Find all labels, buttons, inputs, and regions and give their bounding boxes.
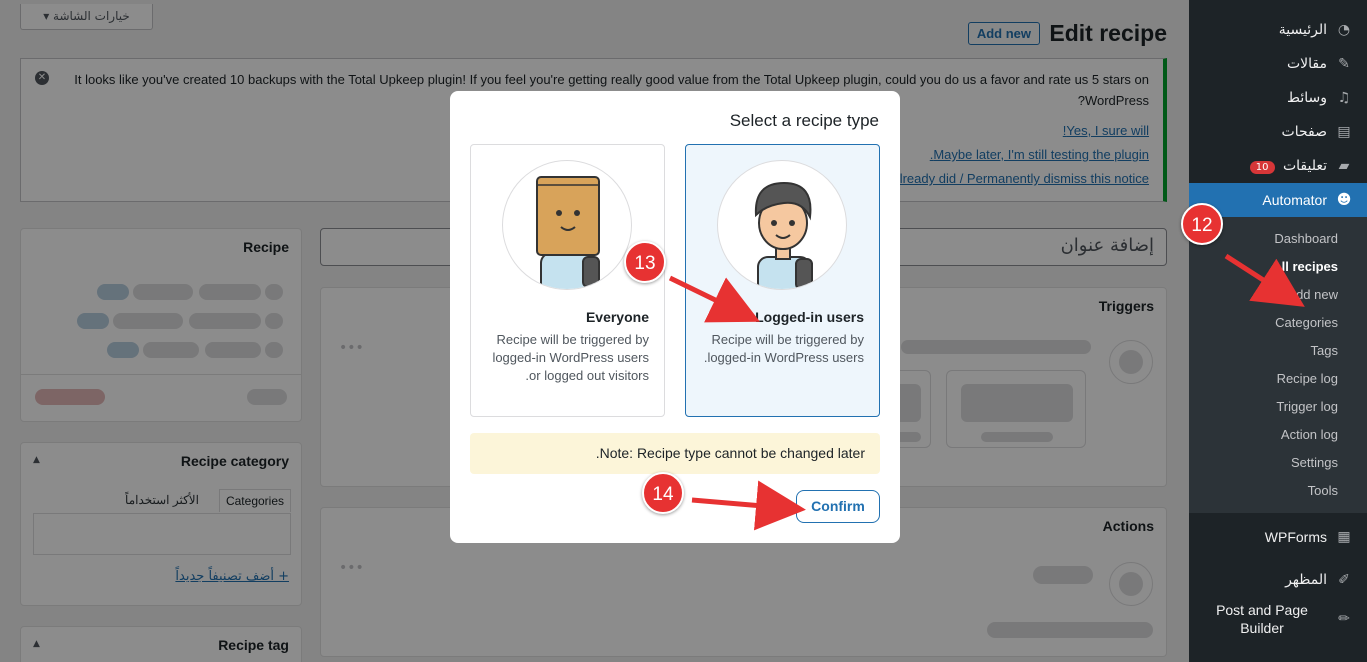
sidebar-item-post-page-builder[interactable]: ✏ Post and Page Builder (1189, 597, 1367, 641)
submenu-settings[interactable]: Settings (1189, 449, 1367, 477)
sidebar-item-label: الرئيسية (1278, 22, 1327, 38)
sidebar-item-label: مقالات (1286, 56, 1327, 72)
wpforms-icon: ▦ (1337, 529, 1351, 545)
sidebar-item-label: صفحات (1281, 124, 1327, 140)
option-logged-in-desc: Recipe will be triggered by logged-in Wo… (703, 332, 864, 365)
confirm-button[interactable]: Confirm (796, 490, 880, 523)
everyone-avatar-icon (502, 160, 632, 290)
main-content: خيارات الشاشة ▾ Edit recipe Add new ✕ It… (0, 0, 1189, 662)
sidebar-item-label: Automator (1262, 192, 1327, 208)
sidebar-item-label: المظهر (1285, 572, 1327, 588)
pencil-icon: ✏ (1338, 611, 1350, 627)
step-marker-13: 13 (624, 241, 666, 283)
option-everyone-name: Everyone (585, 309, 649, 325)
comments-label: تعليقات (1282, 158, 1327, 174)
submenu-add-new[interactable]: Add new (1189, 281, 1367, 309)
submenu-categories[interactable]: Categories (1189, 309, 1367, 337)
sidebar-item-label: Post and Page Builder (1216, 602, 1308, 636)
step-marker-14: 14 (642, 472, 684, 514)
modal-title: Select a recipe type (729, 111, 879, 130)
sidebar-item-comments[interactable]: ▰ تعليقات 10 (1189, 149, 1367, 183)
user-avatar-icon (717, 160, 847, 290)
submenu-tools[interactable]: Tools (1189, 477, 1367, 505)
submenu-action-log[interactable]: Action log (1189, 421, 1367, 449)
option-logged-in[interactable]: Logged-in users Recipe will be triggered… (685, 144, 880, 417)
pages-icon: ▤ (1337, 124, 1351, 140)
appearance-icon: ✐ (1338, 572, 1350, 588)
automator-submenu: Dashboard All recipes Add new Categories… (1189, 217, 1367, 513)
automator-icon: ☻ (1336, 192, 1352, 208)
option-logged-in-name: Logged-in users (755, 309, 864, 325)
sidebar-item-wpforms[interactable]: ▦ WPForms (1189, 519, 1367, 555)
comments-icon: ▰ (1338, 158, 1350, 174)
sidebar-item-pages[interactable]: ▤ صفحات (1189, 115, 1367, 149)
sidebar-item-label: وسائط (1287, 90, 1327, 106)
media-icon: ♫ (1337, 90, 1351, 106)
sidebar-item-label: WPForms (1264, 529, 1327, 545)
dashboard-icon: ◔ (1337, 22, 1351, 38)
admin-sidebar: ◔ الرئيسية ✎ مقالات ♫ وسائط ▤ صفحات ▰ تع… (1189, 0, 1367, 662)
sidebar-item-dashboard[interactable]: ◔ الرئيسية (1189, 13, 1367, 47)
pin-icon: ✎ (1338, 56, 1350, 72)
submenu-trigger-log[interactable]: Trigger log (1189, 393, 1367, 421)
submenu-recipe-log[interactable]: Recipe log (1189, 365, 1367, 393)
comments-count-badge: 10 (1249, 161, 1275, 174)
submenu-all-recipes[interactable]: All recipes (1189, 253, 1367, 281)
sidebar-item-label: تعليقات 10 (1197, 158, 1327, 174)
sidebar-item-appearance[interactable]: ✐ المظهر (1189, 563, 1367, 597)
sidebar-item-posts[interactable]: ✎ مقالات (1189, 47, 1367, 81)
option-everyone-desc: Recipe will be triggered by logged-in Wo… (492, 332, 649, 383)
step-marker-12: 12 (1181, 203, 1223, 245)
submenu-tags[interactable]: Tags (1189, 337, 1367, 365)
sidebar-item-media[interactable]: ♫ وسائط (1189, 81, 1367, 115)
recipe-type-note: Note: Recipe type cannot be changed late… (470, 433, 880, 474)
